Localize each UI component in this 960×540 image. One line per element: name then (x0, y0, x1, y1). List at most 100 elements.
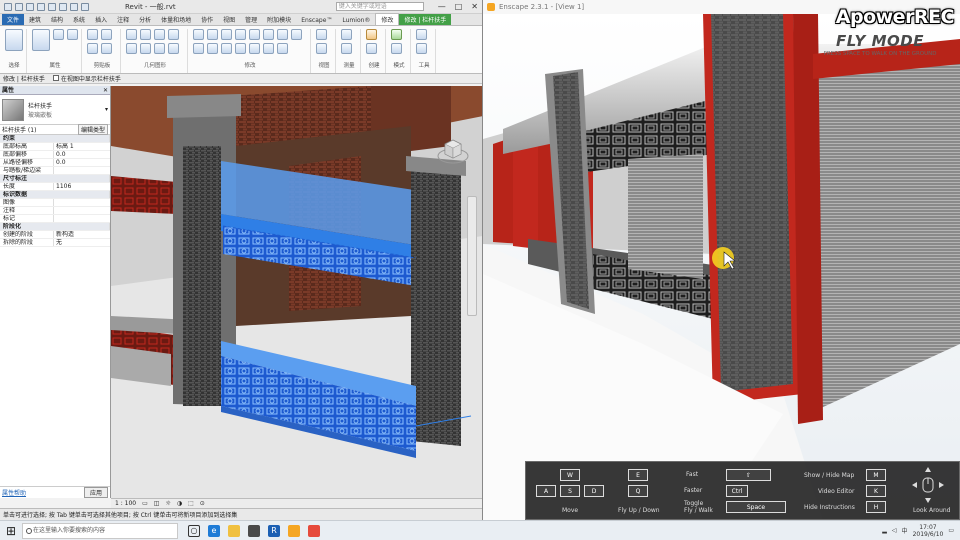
ribbon-tool-icon[interactable] (366, 43, 377, 54)
ribbon-tool-icon[interactable] (221, 43, 232, 54)
ribbon-tool-icon[interactable] (291, 29, 302, 40)
revit-3d-viewport[interactable] (111, 86, 482, 498)
enscape-icon[interactable] (288, 524, 300, 537)
navigation-bar[interactable] (467, 196, 477, 316)
options-checkbox-wrap[interactable]: 在视图中显示栏杆扶手 (52, 74, 121, 83)
ribbon-tool-icon[interactable] (221, 29, 232, 40)
ribbon-tab[interactable]: Enscape™ (296, 16, 337, 25)
revit-icon[interactable]: R (268, 524, 280, 537)
instance-filter[interactable]: 栏杆扶手 (1) 编辑类型 (0, 124, 110, 135)
ribbon-tab[interactable]: 协作 (196, 14, 218, 25)
close-button[interactable]: ✕ (471, 2, 478, 11)
property-value[interactable]: 1106 (54, 183, 110, 190)
crop-view-icon[interactable]: ⬚ (188, 500, 194, 507)
edit-type-button[interactable]: 编辑类型 (77, 124, 108, 135)
network-icon[interactable]: ▂ (882, 527, 887, 534)
file-explorer-icon[interactable] (228, 524, 240, 537)
edge-icon[interactable]: e (208, 524, 220, 537)
ribbon-tool-icon[interactable] (126, 43, 137, 54)
maximize-button[interactable]: □ (455, 2, 463, 11)
temporary-hide-icon[interactable]: ⊙ (200, 500, 205, 507)
shadows-icon[interactable]: ◑ (177, 500, 182, 507)
chevron-down-icon[interactable]: ▾ (105, 106, 108, 113)
ribbon-tool-icon[interactable] (249, 29, 260, 40)
ribbon-tab[interactable]: 文件 (2, 14, 25, 25)
ribbon-tool-icon[interactable] (87, 29, 98, 40)
ribbon-tab[interactable]: 系统 (68, 14, 90, 25)
notification-icon[interactable]: ▭ (948, 527, 954, 534)
property-value[interactable]: 标高 1 (54, 143, 110, 150)
ribbon-tool-icon[interactable] (193, 43, 204, 54)
task-view-icon[interactable]: ○ (188, 524, 200, 537)
apply-button[interactable]: 应用 (83, 487, 108, 498)
property-value[interactable]: 新构造 (54, 231, 110, 238)
ribbon-tool-icon[interactable] (87, 43, 98, 54)
ribbon-tab[interactable]: 修改 | 栏杆扶手 (399, 14, 452, 25)
ribbon-tab[interactable]: 结构 (46, 14, 68, 25)
ribbon-tool-icon[interactable] (235, 43, 246, 54)
ribbon-tool-icon[interactable] (249, 43, 260, 54)
recorder-icon[interactable] (308, 524, 320, 537)
sun-path-icon[interactable]: ☼ (165, 500, 170, 507)
help-search-input[interactable]: 键入关键字或短语 (335, 2, 424, 11)
close-icon[interactable]: ✕ (103, 86, 108, 94)
property-value[interactable]: 0.0 (54, 159, 110, 166)
ribbon-tab[interactable]: 修改 (375, 13, 400, 25)
property-value[interactable]: 无 (54, 239, 110, 246)
property-value[interactable] (54, 215, 110, 222)
ribbon-tool-icon[interactable] (101, 29, 112, 40)
property-value[interactable] (54, 207, 110, 214)
viewcube[interactable] (437, 134, 469, 166)
windows-start-icon[interactable]: ⊞ (0, 521, 22, 540)
save-icon[interactable] (15, 2, 23, 11)
3d-view-icon[interactable] (81, 2, 89, 11)
undo-icon[interactable] (26, 2, 34, 11)
ribbon-tab[interactable]: 插入 (90, 14, 112, 25)
type-selector[interactable]: 栏杆扶手 玻璃嵌板 ▾ (0, 95, 110, 125)
properties-help-link[interactable]: 属性帮助 (2, 488, 26, 497)
ribbon-tool-icon[interactable] (341, 29, 352, 40)
ribbon-tool-icon[interactable] (316, 29, 327, 40)
ribbon-tool-icon[interactable] (277, 43, 288, 54)
ribbon-tool-icon[interactable] (5, 29, 23, 51)
minimize-button[interactable]: — (438, 2, 446, 11)
ribbon-tool-icon[interactable] (263, 43, 274, 54)
property-section[interactable]: 阶段化 (0, 223, 110, 231)
ribbon-tool-icon[interactable] (207, 29, 218, 40)
ribbon-tab[interactable]: Lumion® (337, 16, 375, 25)
view-scale[interactable]: 1 : 100 (115, 500, 136, 507)
ribbon-tool-icon[interactable] (366, 29, 377, 40)
ribbon-tool-icon[interactable] (341, 43, 352, 54)
ribbon-tool-icon[interactable] (140, 29, 151, 40)
ribbon-tool-icon[interactable] (140, 43, 151, 54)
property-value[interactable] (54, 167, 110, 174)
ribbon-tab[interactable]: 视图 (218, 14, 240, 25)
visual-style-icon[interactable]: ◫ (154, 500, 160, 507)
volume-icon[interactable]: ◁ (892, 527, 897, 534)
ribbon-tool-icon[interactable] (168, 43, 179, 54)
property-value[interactable]: 0.0 (54, 151, 110, 158)
ribbon-tool-icon[interactable] (193, 29, 204, 40)
ribbon-tab[interactable]: 体量和场地 (156, 14, 196, 25)
ribbon-tool-icon[interactable] (67, 29, 78, 40)
ribbon-tool-icon[interactable] (263, 29, 274, 40)
ribbon-tool-icon[interactable] (416, 29, 427, 40)
detail-level-icon[interactable]: ▭ (142, 500, 148, 507)
ribbon-tool-icon[interactable] (235, 29, 246, 40)
taskbar-search-input[interactable]: 在这里输入你要搜索的内容 (22, 522, 178, 539)
ribbon-tool-icon[interactable] (316, 43, 327, 54)
property-section[interactable]: 约束 (0, 135, 110, 143)
enscape-window[interactable]: Enscape 2.3.1 - [View 1] (483, 0, 960, 520)
ribbon-tool-icon[interactable] (101, 43, 112, 54)
clock[interactable]: 17:07 2019/6/10 (913, 524, 944, 538)
ribbon-tool-icon[interactable] (168, 29, 179, 40)
ribbon-tool-icon[interactable] (154, 29, 165, 40)
ribbon-tool-icon[interactable] (277, 29, 288, 40)
ribbon-tool-icon[interactable] (126, 29, 137, 40)
ribbon-tool-icon[interactable] (32, 29, 50, 51)
store-icon[interactable] (248, 524, 260, 537)
ribbon-tool-icon[interactable] (391, 43, 402, 54)
ribbon-tool-icon[interactable] (416, 43, 427, 54)
ribbon-tab[interactable]: 分析 (134, 14, 156, 25)
options-checkbox[interactable] (52, 75, 59, 81)
